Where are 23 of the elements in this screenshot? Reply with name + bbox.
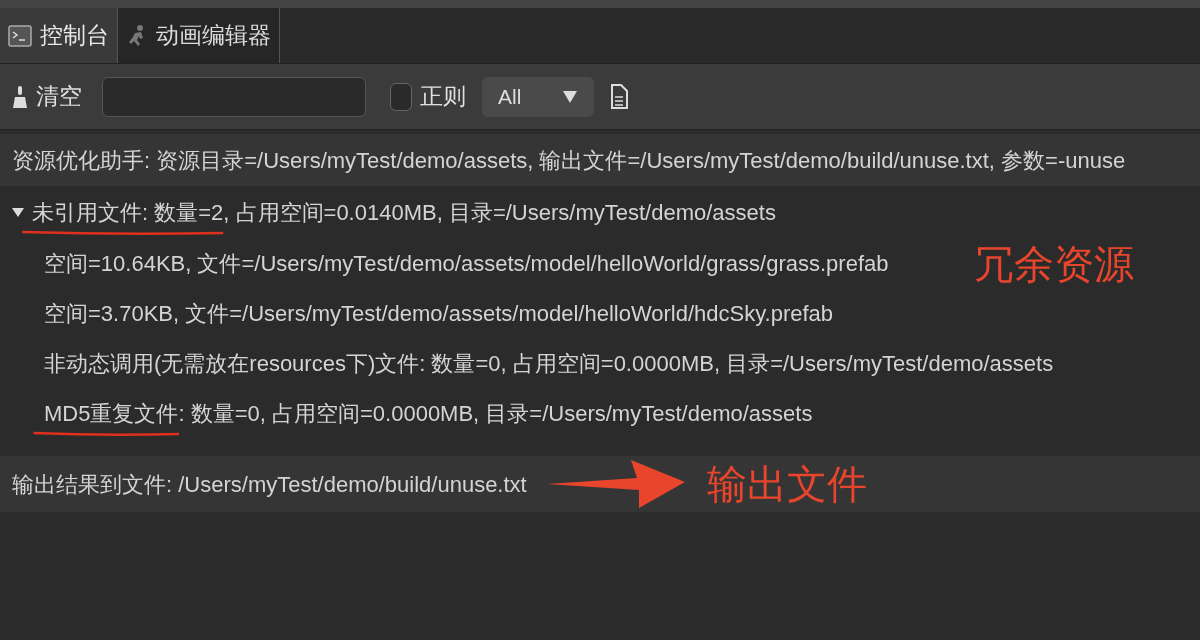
regex-label: 正则 <box>420 82 466 112</box>
log-text: 非动态调用(无需放在resources下)文件: 数量=0, 占用空间=0.0000MB, 目录=/Users/myTest/demo/assets <box>44 349 1054 378</box>
panel-tab[interactable]: 控制台 <box>0 8 118 63</box>
clear-button[interactable]: 清空 <box>12 79 82 114</box>
panel-tab[interactable]: 动画编辑器 <box>118 8 280 63</box>
log-text: : 数量=0, 占用空间=0.0000MB, 目录=/Users/myTest/demo/assets <box>178 399 813 428</box>
level-dropdown[interactable]: All <box>482 76 594 117</box>
log-text: 空间=10.64KB, 文件=/Users/myTest/demo/assets/model/helloWorld/grass/grass.prefab <box>44 249 889 278</box>
search-field[interactable] <box>102 76 366 117</box>
expand-triangle-icon[interactable] <box>12 206 24 218</box>
caret-icon <box>562 89 578 104</box>
annotation-label: 输出文件 <box>706 464 867 504</box>
log-text: 输出结果到文件: /Users/myTest/demo/build/unuse.txt <box>12 470 527 499</box>
document-icon[interactable] <box>610 83 628 110</box>
log-text: , 占用空间=0.0140MB, 目录=/Users/myTest/demo/assets <box>223 198 776 227</box>
broom-icon <box>12 84 28 109</box>
annotation-label: 冗余资源 <box>974 242 1134 286</box>
log-text: 资源优化助手: 资源目录=/Users/myTest/demo/assets, 输出文件=/Users/myTest/demo/build/unuse.txt, 参数=-unuse <box>12 146 1126 175</box>
log-text-highlight: 未引用文件: 数量=2 <box>32 199 224 225</box>
regex-checkbox[interactable] <box>390 82 412 111</box>
log-text: 空间=3.70KB, 文件=/Users/myTest/demo/assets/model/helloWorld/hdcSky.prefab <box>44 299 834 328</box>
log-text-highlight: MD5重复文件 <box>44 400 179 426</box>
terminal-icon <box>8 24 32 47</box>
